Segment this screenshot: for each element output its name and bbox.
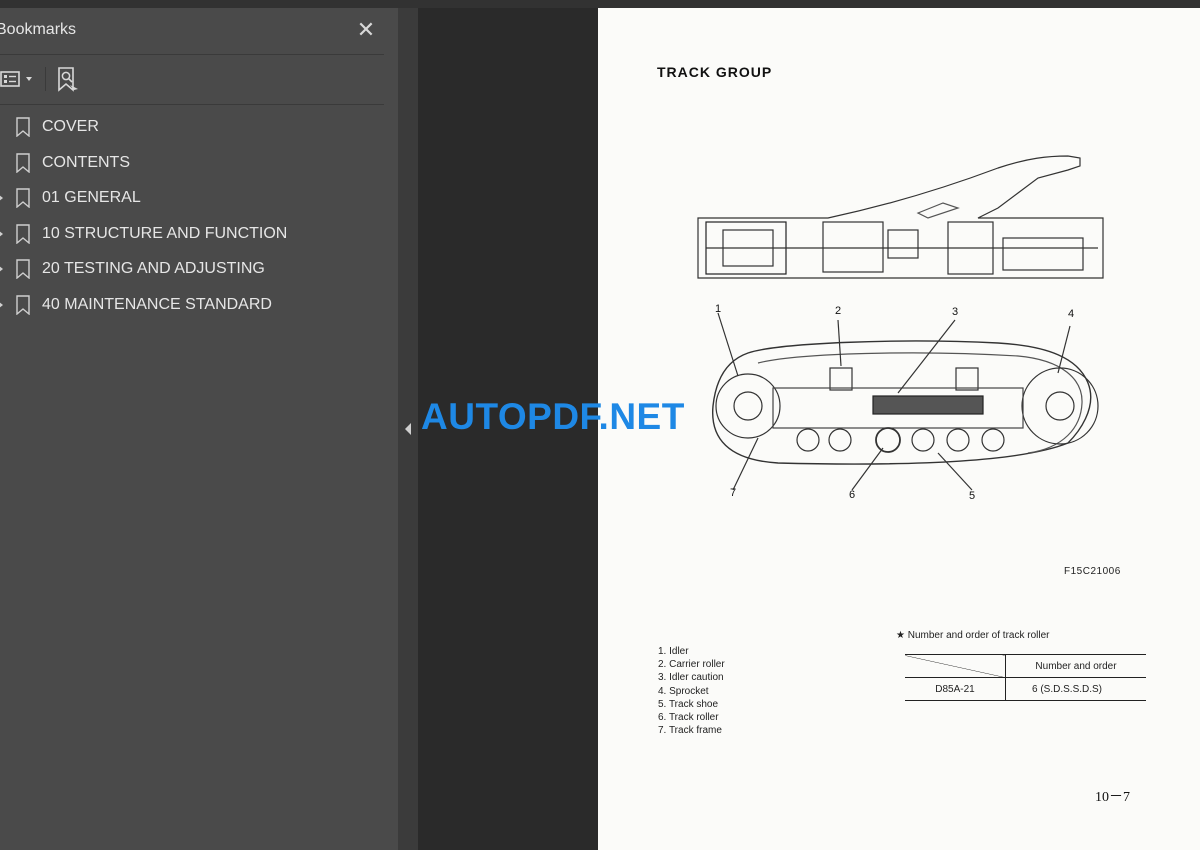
legend-item: 6. Track roller [658,712,719,724]
bookmark-maintenance-standard[interactable]: 40 MAINTENANCE STANDARD [0,288,384,324]
callout-6: 6 [849,489,855,501]
bookmark-general[interactable]: 01 GENERAL [0,181,384,217]
legend-item: 1. Idler [658,646,689,657]
expand-caret-icon[interactable] [0,194,3,203]
expand-caret-icon[interactable] [0,300,3,309]
bookmark-icon [16,295,30,320]
bookmarks-panel: Bookmarks ✕ COVER CONTENTS 01 GENERAL 10… [0,8,398,850]
table-row: D85A-21 6 (S.D.S.S.D.S) [905,677,1146,701]
table-cell-model: D85A-21 [905,677,1006,701]
top-strip [0,0,1200,8]
callout-4: 4 [1068,308,1074,320]
bookmark-list: COVER CONTENTS 01 GENERAL 10 STRUCTURE A… [0,110,384,324]
legend-item: 5. Track shoe [658,698,719,710]
bookmarks-toolbar [0,55,384,105]
table-corner-cell [905,654,1006,678]
legend-item: 2. Carrier roller [658,659,725,671]
bookmark-label: 40 MAINTENANCE STANDARD [42,295,272,313]
parts-legend: 1. Idler 2. Carrier roller 3. Idler caut… [658,645,725,737]
callout-1: 1 [715,303,721,315]
callout-7: 7 [730,487,736,499]
table-header-cell: Number and order [1005,654,1146,678]
panel-header: Bookmarks ✕ [0,8,384,55]
legend-item: 4. Sprocket [658,685,709,697]
watermark: AUTOPDF.NET [421,396,685,437]
bookmark-label: 10 STRUCTURE AND FUNCTION [42,224,288,242]
legend-item: 7. Track frame [658,725,722,737]
bookmark-icon [16,152,30,178]
close-icon[interactable]: ✕ [352,16,380,44]
bookmark-icon [16,117,30,142]
bookmark-structure-and-function[interactable]: 10 STRUCTURE AND FUNCTION [0,217,384,253]
bookmark-testing-and-adjusting[interactable]: 20 TESTING AND ADJUSTING [0,252,384,288]
bookmark-label: 01 GENERAL [42,189,141,207]
table-note: ★ Number and order of track roller [896,630,1050,641]
bookmark-label: CONTENTS [42,153,130,171]
figure-code: F15C21006 [1064,566,1121,577]
legend-item: 3. Idler caution [658,672,724,684]
pdf-page: TRACK GROUP 1 2 3 4 5 6 7 F15C21006 1. I… [598,8,1200,850]
expand-caret-icon[interactable] [0,229,3,238]
callout-5: 5 [969,490,975,502]
bookmark-options-icon[interactable] [0,65,36,93]
table-cell-order: 6 (S.D.S.S.D.S) [1005,677,1146,701]
bookmark-contents[interactable]: CONTENTS [0,146,384,182]
bookmark-label: COVER [42,118,99,135]
bookmark-cover[interactable]: COVER [0,110,384,146]
collapse-panel-arrow-icon[interactable] [405,423,411,435]
bookmark-icon [16,188,30,213]
callout-2: 2 [835,305,841,317]
bookmark-icon [16,259,30,284]
bookmark-icon [16,224,30,249]
panel-title: Bookmarks [0,21,77,38]
expand-caret-icon[interactable] [0,265,3,274]
table-header-row: Number and order [905,654,1146,678]
find-current-bookmark-icon[interactable] [54,65,82,93]
callout-3: 3 [952,306,958,318]
track-roller-table: Number and order D85A-21 6 (S.D.S.S.D.S) [905,654,1146,701]
page-number: 10－7 [1095,790,1130,805]
track-group-drawing: 1 2 3 4 5 6 7 [697,155,1104,502]
bookmark-label: 20 TESTING AND ADJUSTING [42,260,265,278]
toolbar-separator [45,67,46,91]
